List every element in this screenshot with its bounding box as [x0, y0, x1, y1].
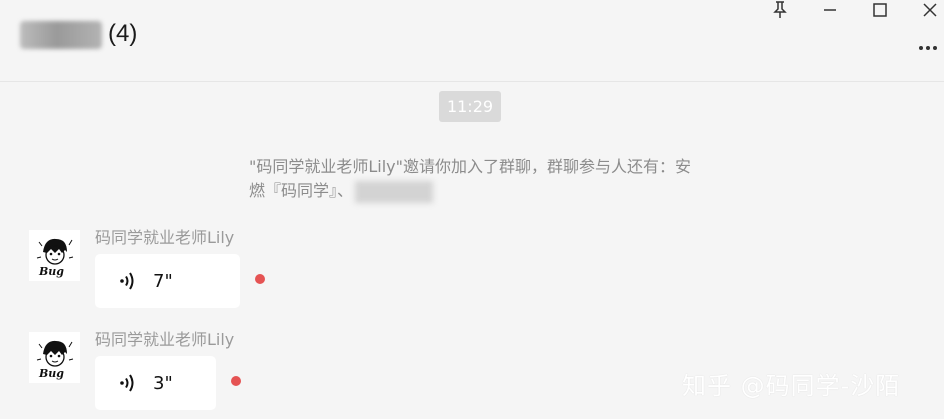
maximize-icon	[873, 3, 887, 17]
svg-text:Bug: Bug	[38, 265, 64, 278]
bug-avatar-icon: Bug	[29, 230, 80, 281]
voice-message-bubble[interactable]: 3"	[95, 356, 216, 410]
avatar[interactable]: Bug	[29, 332, 80, 383]
more-icon	[919, 46, 937, 50]
unread-dot	[255, 274, 265, 284]
group-name-redacted[interactable]	[20, 21, 102, 49]
sender-name: 码同学就业老师Lily	[95, 228, 235, 247]
bug-avatar-icon: Bug	[29, 332, 80, 383]
redacted-participant	[355, 180, 434, 203]
minimize-button[interactable]	[816, 0, 844, 20]
chat-header: (4)	[0, 0, 944, 82]
more-button[interactable]	[914, 38, 942, 58]
voice-wave-icon	[120, 374, 134, 392]
sender-name: 码同学就业老师Lily	[95, 330, 235, 349]
voice-duration: 3"	[153, 372, 173, 394]
voice-duration: 7"	[153, 270, 173, 292]
minimize-icon	[824, 9, 836, 11]
member-count[interactable]: (4)	[108, 20, 137, 48]
avatar[interactable]: Bug	[29, 230, 80, 281]
watermark: 知乎 @码同学-沙陌	[682, 372, 901, 400]
pin-button[interactable]	[766, 0, 794, 20]
pin-icon	[773, 1, 787, 18]
voice-wave-icon	[120, 272, 134, 290]
close-icon	[923, 3, 937, 17]
close-button[interactable]	[916, 0, 944, 20]
svg-text:Bug: Bug	[38, 367, 64, 380]
timestamp-badge: 11:29	[439, 91, 501, 122]
unread-dot	[231, 376, 241, 386]
system-message: "码同学就业老师Lily"邀请你加入了群聊，群聊参与人还有：安燃『码同学』、	[249, 155, 699, 203]
system-message-text: "码同学就业老师Lily"邀请你加入了群聊，群聊参与人还有：安燃『码同学』、	[249, 157, 691, 200]
maximize-button[interactable]	[866, 0, 894, 20]
voice-message-bubble[interactable]: 7"	[95, 254, 240, 308]
